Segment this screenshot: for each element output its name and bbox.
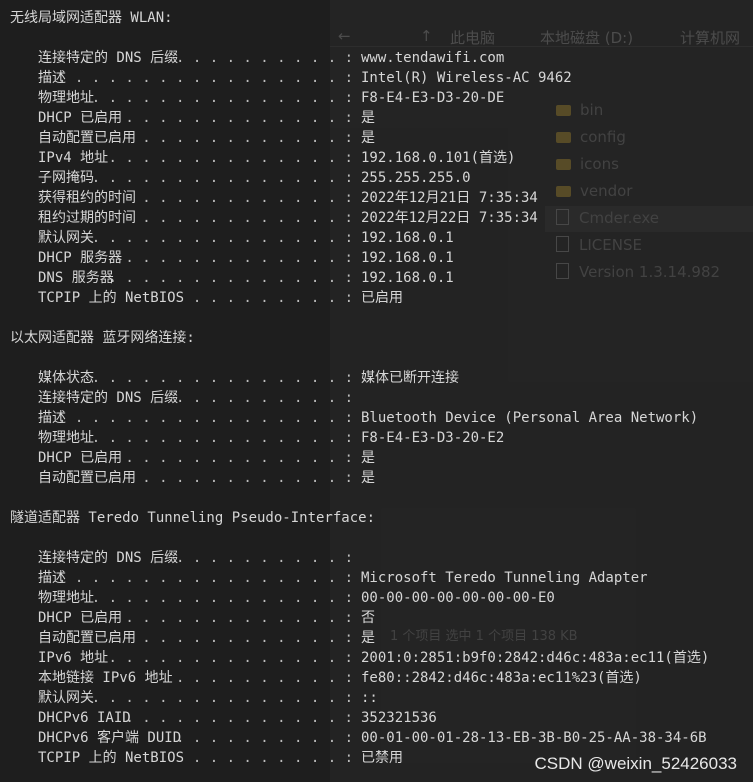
- watermark: CSDN @weixin_52426033: [534, 754, 737, 773]
- row-value: 是: [361, 630, 375, 646]
- row-label: 租约过期的时间: [38, 210, 136, 226]
- row-dot-leader: . . . . . . . . . . :: [167, 50, 353, 66]
- row-dot-leader: . . . . . . . . . . . . :: [133, 630, 353, 646]
- row-dot-leader: . . . . . . . . . . . . . . :: [100, 150, 353, 166]
- row-label: IPv6 地址: [38, 650, 109, 666]
- row-value: Intel(R) Wireless-AC 9462: [361, 70, 572, 86]
- row-value: Bluetooth Device (Personal Area Network): [361, 410, 699, 426]
- row-dot-leader: . . . . . . . . . . . . . . . :: [83, 690, 353, 706]
- terminal-output[interactable]: 无线局域网适配器 WLAN: 连接特定的 DNS 后缀 . . . . . . .…: [0, 0, 753, 782]
- row-dot-leader: . . . . . . . . . . :: [167, 670, 353, 686]
- row-dot-leader: . . . . . . . . . . . . . . . . . :: [49, 70, 353, 86]
- row-label: DHCPv6 客户端 DUID: [38, 730, 182, 746]
- row-label: 自动配置已启用: [38, 470, 136, 486]
- row-value: ::: [361, 690, 378, 706]
- row-label: 本地链接 IPv6 地址: [38, 670, 173, 686]
- row-dot-leader: . . . . . . . . . . . . . :: [116, 250, 353, 266]
- row-label: 获得租约的时间: [38, 190, 136, 206]
- row-value: Microsoft Teredo Tunneling Adapter: [361, 570, 648, 586]
- row-value: 2022年12月21日 7:35:34: [361, 190, 538, 206]
- row-value: 00-01-00-01-28-13-EB-3B-B0-25-AA-38-34-6…: [361, 730, 707, 746]
- section-title: 隧道适配器 Teredo Tunneling Pseudo-Interface:: [10, 510, 376, 526]
- row-value: 媒体已断开连接: [361, 370, 459, 386]
- row-value: 192.168.0.1: [361, 270, 454, 286]
- row-dot-leader: . . . . . . . . . . . . . . . :: [83, 370, 353, 386]
- row-value: 已启用: [361, 290, 403, 306]
- row-dot-leader: . . . . . . . . . . . . . :: [116, 110, 353, 126]
- row-value: 是: [361, 110, 375, 126]
- row-value: 352321536: [361, 710, 437, 726]
- row-dot-leader: . . . . . . . . . . . . . :: [116, 450, 353, 466]
- row-label: TCPIP 上的 NetBIOS: [38, 750, 185, 766]
- row-dot-leader: . . . . . . . . . . . . . . . :: [83, 90, 353, 106]
- row-label: DHCP 已启用: [38, 110, 123, 126]
- row-value: 是: [361, 130, 375, 146]
- row-dot-leader: . . . . . . . . . . . . . . :: [100, 270, 353, 286]
- row-dot-leader: . . . . . . . . . . . . :: [133, 470, 353, 486]
- row-dot-leader: . . . . . . . . . . . . . . . :: [83, 170, 353, 186]
- section-title: 无线局域网适配器 WLAN:: [10, 10, 173, 26]
- row-label: 自动配置已启用: [38, 630, 136, 646]
- row-label: DHCP 服务器: [38, 250, 123, 266]
- row-dot-leader: . . . . . . . . . . :: [167, 390, 353, 406]
- row-value: 2001:0:2851:b9f0:2842:d46c:483a:ec11(首选): [361, 650, 710, 666]
- row-dot-leader: . . . . . . . . . . . . . . . :: [83, 430, 353, 446]
- row-value: F8-E4-E3-D3-20-DE: [361, 90, 505, 106]
- row-value: 192.168.0.101(首选): [361, 150, 516, 166]
- row-dot-leader: . . . . . . . . . . . . :: [133, 210, 353, 226]
- row-label: 连接特定的 DNS 后缀: [38, 550, 179, 566]
- row-dot-leader: . . . . . . . . . . . . . . :: [100, 650, 353, 666]
- row-label: 连接特定的 DNS 后缀: [38, 390, 179, 406]
- row-dot-leader: . . . . . . . . . . . . . . . :: [83, 230, 353, 246]
- row-value: fe80::2842:d46c:483a:ec11%23(首选): [361, 670, 642, 686]
- row-label: TCPIP 上的 NetBIOS: [38, 290, 185, 306]
- row-dot-leader: . . . . . . . . . . . . . :: [116, 710, 353, 726]
- row-dot-leader: . . . . . . . . . :: [184, 750, 353, 766]
- row-dot-leader: . . . . . . . . . . . . . . . . . :: [49, 410, 353, 426]
- row-value: 192.168.0.1: [361, 230, 454, 246]
- row-label: IPv4 地址: [38, 150, 109, 166]
- row-label: DHCP 已启用: [38, 450, 123, 466]
- row-value: 是: [361, 470, 375, 486]
- row-dot-leader: . . . . . . . . . . :: [167, 550, 353, 566]
- row-value: 已禁用: [361, 750, 403, 766]
- row-dot-leader: . . . . . . . . . . . . :: [133, 130, 353, 146]
- row-value: 192.168.0.1: [361, 250, 454, 266]
- row-value: 2022年12月22日 7:35:34: [361, 210, 538, 226]
- section-title: 以太网适配器 蓝牙网络连接:: [10, 330, 195, 346]
- row-label: 自动配置已启用: [38, 130, 136, 146]
- row-dot-leader: . . . . . . . . . . . . . . . . . :: [49, 570, 353, 586]
- row-label: 连接特定的 DNS 后缀: [38, 50, 179, 66]
- row-value: F8-E4-E3-D3-20-E2: [361, 430, 505, 446]
- row-value: www.tendawifi.com: [361, 50, 505, 66]
- row-label: DHCP 已启用: [38, 610, 123, 626]
- row-dot-leader: . . . . . . . . . . . . :: [133, 190, 353, 206]
- row-value: 00-00-00-00-00-00-00-E0: [361, 590, 555, 606]
- row-value: 255.255.255.0: [361, 170, 471, 186]
- row-dot-leader: . . . . . . . . . . :: [167, 730, 353, 746]
- row-dot-leader: . . . . . . . . . :: [184, 290, 353, 306]
- row-value: 否: [361, 610, 375, 626]
- row-dot-leader: . . . . . . . . . . . . . . . :: [83, 590, 353, 606]
- row-value: 是: [361, 450, 375, 466]
- row-dot-leader: . . . . . . . . . . . . . :: [116, 610, 353, 626]
